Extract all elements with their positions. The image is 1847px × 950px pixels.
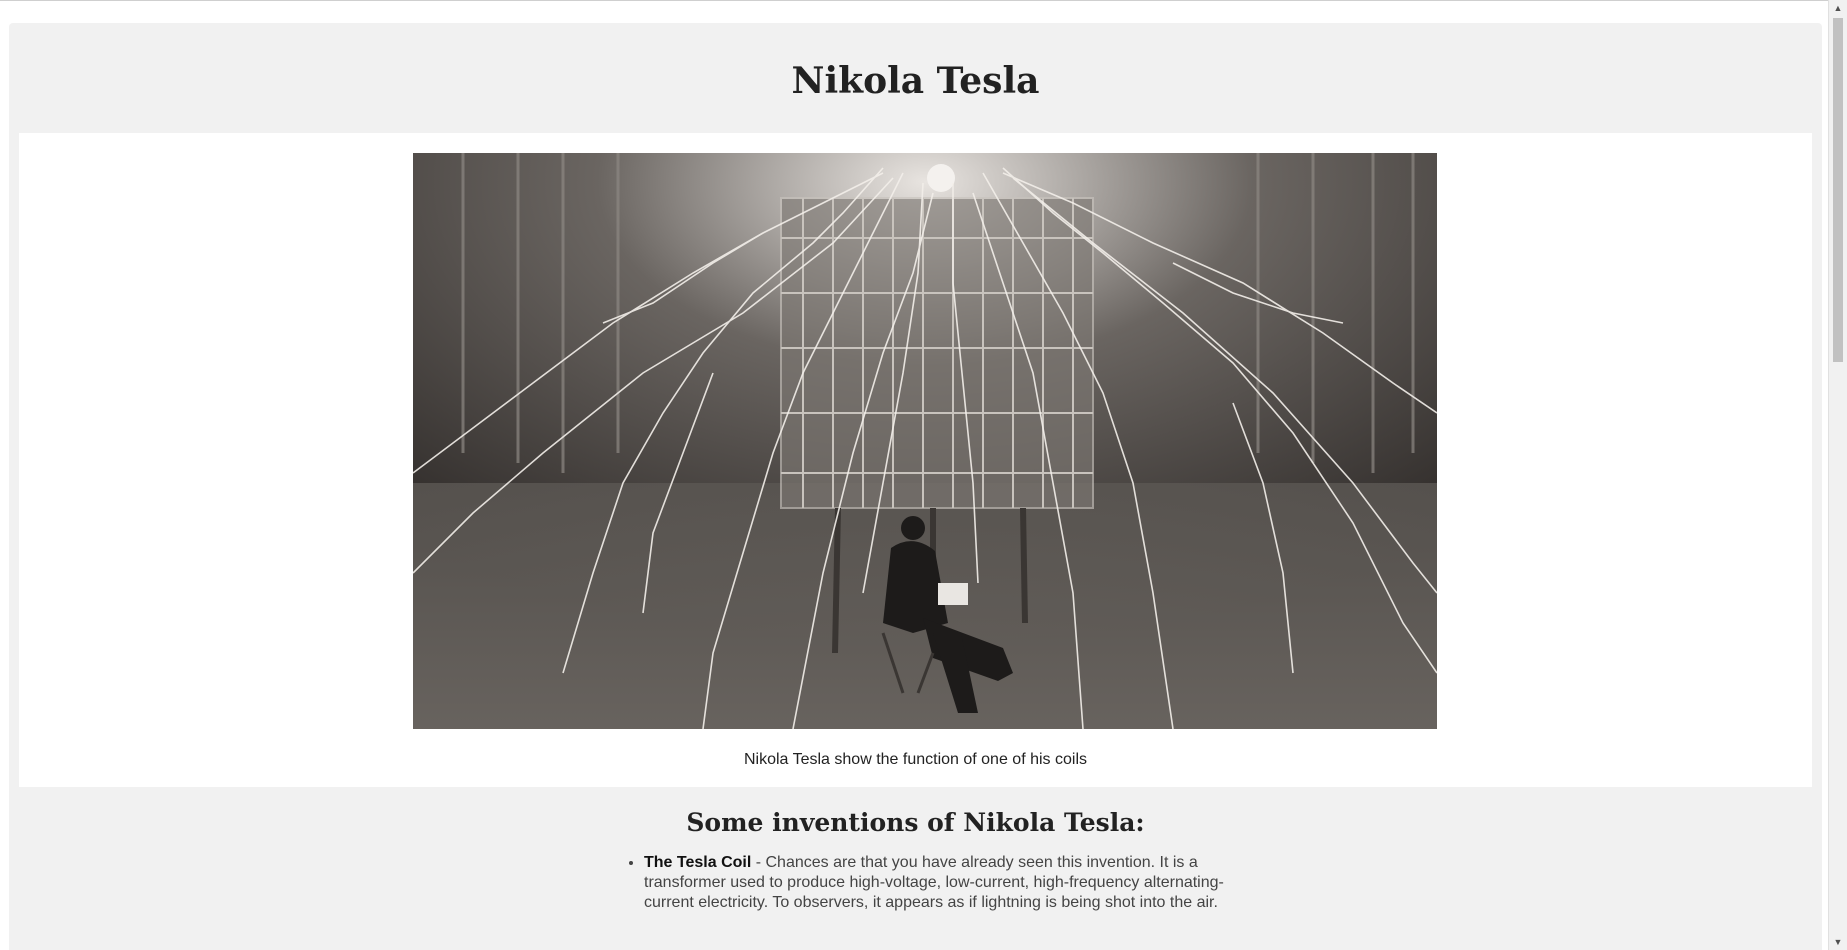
scrollbar-thumb[interactable] bbox=[1833, 18, 1843, 362]
image-panel: Nikola Tesla show the function of one of… bbox=[19, 133, 1812, 787]
main-content: Nikola Tesla Nikola Tesla show the funct… bbox=[9, 23, 1822, 950]
inventions-list: The Tesla Coil - Chances are that you ha… bbox=[622, 853, 1264, 913]
vertical-scrollbar[interactable]: ▲ ▼ bbox=[1828, 0, 1847, 950]
triangle-down-icon[interactable]: ▼ bbox=[1829, 934, 1847, 950]
figure-caption: Nikola Tesla show the function of one of… bbox=[743, 751, 1087, 768]
tesla-coil-photo bbox=[413, 153, 1437, 729]
page-title: Nikola Tesla bbox=[791, 60, 1040, 102]
inventions-heading: Some inventions of Nikola Tesla: bbox=[686, 808, 1145, 837]
tesla-coil-photo-drawing bbox=[413, 153, 1437, 729]
top-border bbox=[0, 0, 1829, 1]
triangle-up-icon[interactable]: ▲ bbox=[1829, 0, 1847, 16]
browser-viewport: Nikola Tesla Nikola Tesla show the funct… bbox=[0, 0, 1847, 950]
invention-name: The Tesla Coil bbox=[644, 854, 752, 871]
list-item: The Tesla Coil - Chances are that you ha… bbox=[644, 853, 1264, 913]
